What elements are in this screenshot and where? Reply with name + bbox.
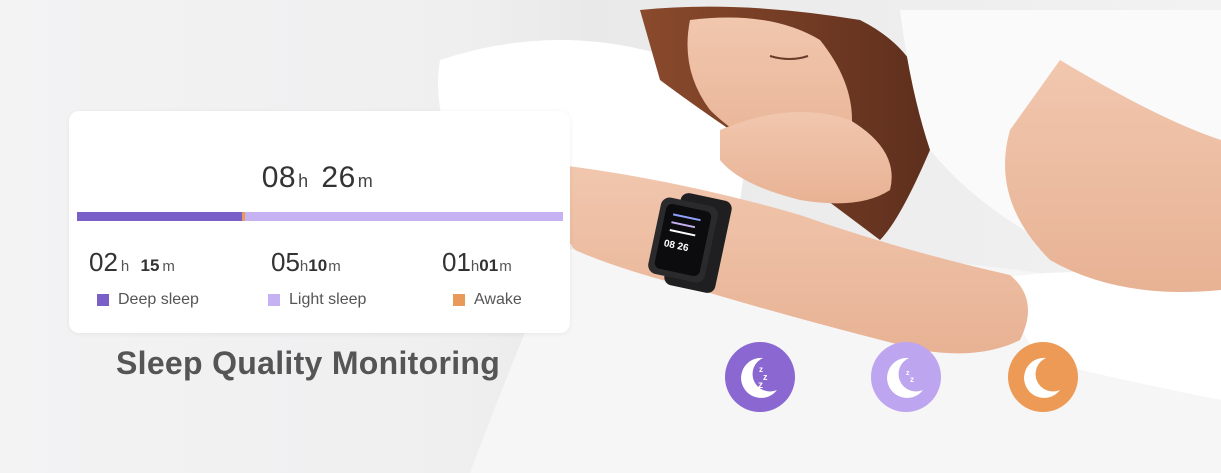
svg-text:z: z <box>910 375 914 384</box>
awake-swatch <box>453 294 465 306</box>
light-sleep-duration: 05h10m <box>271 247 345 278</box>
light-sleep-label: Light sleep <box>289 291 367 308</box>
legend-deep-sleep: Deep sleep <box>97 291 199 309</box>
progress-segment-light <box>244 212 563 221</box>
deep-hours-unit: h <box>120 258 130 275</box>
total-hours-unit: h <box>298 171 309 191</box>
light-minutes-unit: m <box>328 258 341 275</box>
awake-minutes-unit: m <box>499 258 512 275</box>
svg-text:z: z <box>758 380 763 391</box>
awake-hours-unit: h <box>470 258 480 275</box>
hero-banner: 08 26 08 h 26 m 02 h 15 m 05h10m 01h01m Deep… <box>0 0 1221 473</box>
light-minutes: 10 <box>308 256 328 275</box>
deep-sleep-moon-icon: z z z <box>725 342 795 412</box>
sleep-stage-progress-bar <box>77 212 563 221</box>
awake-hours: 01 <box>442 247 471 277</box>
total-sleep-time: 08 h 26 m <box>69 161 570 195</box>
light-sleep-moon-icon: z z <box>871 342 941 412</box>
deep-sleep-duration: 02 h 15 m <box>89 247 179 278</box>
page-title: Sleep Quality Monitoring <box>116 345 501 381</box>
total-minutes: 26 <box>321 161 356 194</box>
total-minutes-unit: m <box>357 171 374 191</box>
total-hours: 08 <box>261 161 297 194</box>
light-hours-unit: h <box>299 258 309 275</box>
deep-minutes-unit: m <box>162 258 175 275</box>
progress-segment-deep <box>77 212 242 221</box>
legend-light-sleep: Light sleep <box>268 291 366 309</box>
deep-sleep-label: Deep sleep <box>118 291 199 308</box>
legend-awake: Awake <box>453 291 522 309</box>
deep-sleep-swatch <box>97 294 109 306</box>
deep-minutes: 15 <box>140 256 160 275</box>
awake-label: Awake <box>474 291 522 308</box>
svg-text:z: z <box>763 372 768 382</box>
light-hours: 05 <box>271 247 300 277</box>
deep-hours: 02 <box>89 247 118 277</box>
sleep-summary-card: 08 h 26 m 02 h 15 m 05h10m 01h01m Deep sleep… <box>69 111 570 333</box>
awake-minutes: 01 <box>479 256 499 275</box>
awake-duration: 01h01m <box>442 247 516 278</box>
light-sleep-swatch <box>268 294 280 306</box>
awake-moon-icon <box>1008 342 1078 412</box>
